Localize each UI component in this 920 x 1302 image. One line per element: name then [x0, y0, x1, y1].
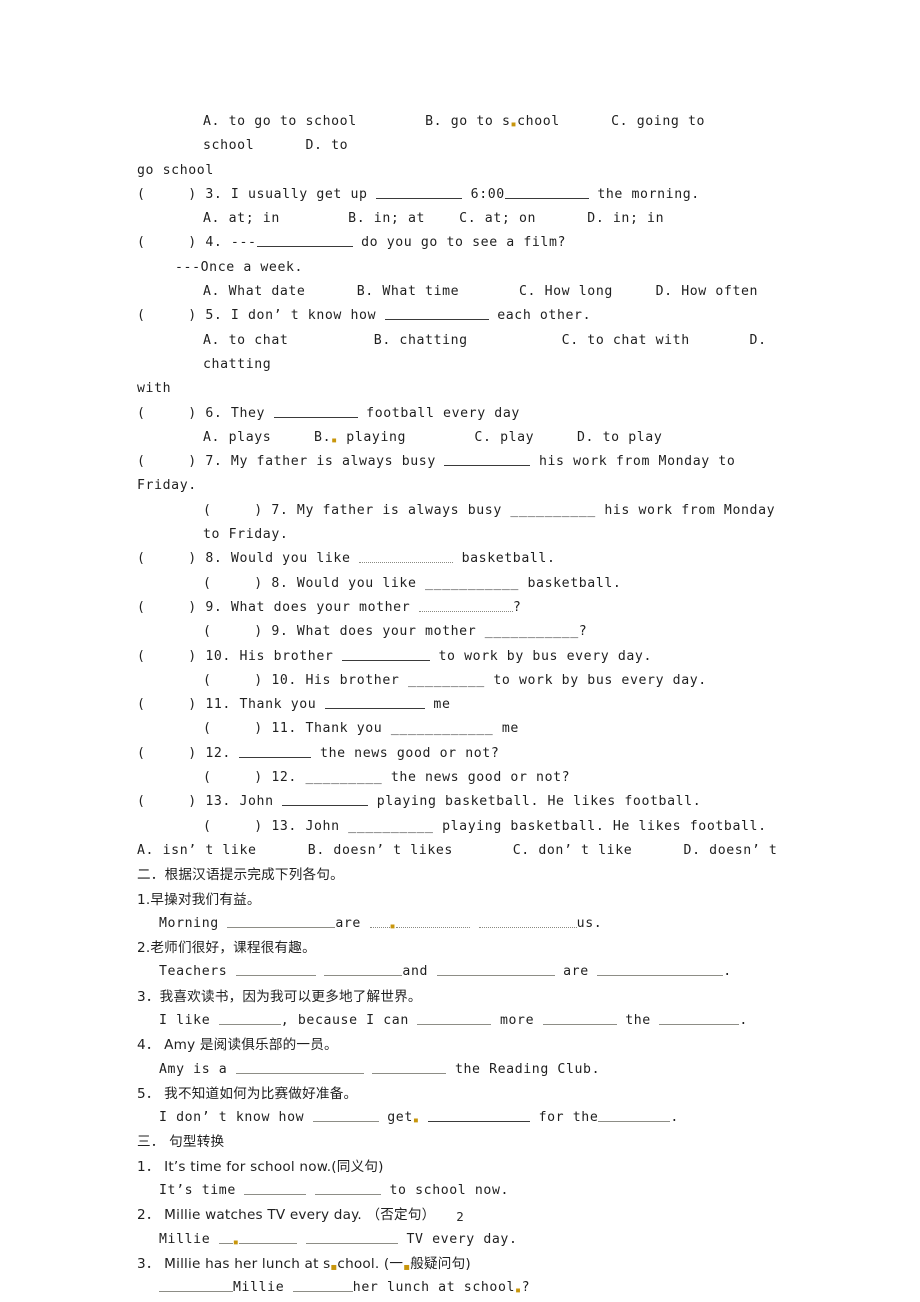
question-4-answer: ---Once a week.	[175, 259, 304, 275]
section-two-item-5-prompt: 5． 我不知道如何为比赛做好准备。	[137, 1085, 358, 1102]
question-13-options: ( ) 13. John __________ playing basketba…	[203, 818, 767, 834]
blank[interactable]	[292, 1279, 353, 1293]
section-two-item-5-answer: I don’ t know how get▪ for the.	[159, 1109, 679, 1127]
section-three-item-3-stem: 3． Millie has her lunch at s▪chool. (一▪般…	[137, 1255, 471, 1273]
question-13-stem: ( ) 13. John playing basketball. He like…	[137, 793, 702, 810]
blank[interactable]	[376, 185, 463, 199]
section-two-item-3-answer: I like , because I can more the .	[159, 1011, 748, 1028]
question-9-options: ( ) 9. What does your mother ___________…	[203, 624, 588, 640]
blank[interactable]	[597, 963, 724, 977]
question-10-stem: ( ) 10. His brother to work by bus every…	[137, 647, 652, 664]
spellcheck-mark: ▪	[331, 434, 338, 446]
section-two-item-4-prompt: 4． Amy 是阅读俱乐部的一员。	[137, 1037, 338, 1054]
question-5-stem: ( ) 5. I don’ t know how each other.	[137, 307, 592, 324]
blank[interactable]	[235, 963, 316, 977]
section-two-item-2-answer: Teachers and are .	[159, 963, 732, 980]
blank[interactable]	[244, 1182, 307, 1196]
spellcheck-mark: ▪	[515, 1285, 522, 1297]
question-11-stem: ( ) 11. Thank you me	[137, 696, 451, 713]
page-number: 2	[456, 1209, 464, 1224]
question-13-options-wrap: A. isn’ t like B. doesn’ t likes C. don’…	[137, 842, 778, 858]
question-9-stem: ( ) 9. What does your mother ?	[137, 598, 522, 615]
question-10-options: ( ) 10. His brother _________ to work by…	[203, 672, 707, 688]
question-11-options: ( ) 11. Thank you ____________ me	[203, 721, 519, 737]
question-12-stem: ( ) 12. the news good or not?	[137, 744, 500, 761]
question-8-options: ( ) 8. Would you like ___________ basket…	[203, 575, 622, 591]
question-6-options: A. plays B.▪ playing C. play D. to play	[203, 429, 663, 446]
blank[interactable]	[542, 1011, 617, 1025]
blank[interactable]	[218, 1011, 281, 1025]
question-3-stem: ( ) 3. I usually get up 6:00 the morning…	[137, 185, 700, 202]
blank[interactable]	[504, 185, 589, 199]
spellcheck-mark: ▪	[389, 920, 397, 932]
worksheet-page: A. to go to school B. go to s▪chool C. g…	[0, 0, 920, 1302]
blank[interactable]	[598, 1109, 671, 1123]
blank[interactable]	[314, 1182, 381, 1196]
blank[interactable]	[372, 1060, 447, 1074]
question-5-options: A. to chat B. chatting C. to chat with D…	[203, 332, 776, 372]
section-two-item-1-prompt: 1.早操对我们有益。	[137, 891, 261, 908]
blank[interactable]	[418, 598, 513, 612]
section-three-item-3-answer: Millie her lunch at school▪?	[137, 1276, 790, 1300]
spellcheck-mark: ▪	[412, 1115, 420, 1127]
question-8-stem: ( ) 8. Would you like basketball.	[137, 550, 556, 567]
blank[interactable]	[256, 234, 353, 248]
section-two-item-3-prompt: 3．我喜欢读书，因为我可以更多地了解世界。	[137, 988, 422, 1005]
question-4-stem: ( ) 4. --- do you go to see a film?	[137, 234, 567, 251]
section-three-item-2-answer: Millie ▪ TV every day.	[159, 1230, 518, 1248]
blank[interactable]	[478, 914, 577, 928]
blank[interactable]	[273, 404, 358, 418]
blank[interactable]	[239, 1230, 298, 1244]
question-2-options-wrap: go school	[137, 162, 214, 178]
blank[interactable]	[417, 1011, 492, 1025]
blank[interactable]	[659, 1011, 740, 1025]
blank[interactable]	[359, 550, 454, 564]
blank[interactable]	[305, 1230, 398, 1244]
section-two-item-4-answer: Amy is a the Reading Club.	[159, 1060, 601, 1077]
blank[interactable]	[444, 453, 531, 467]
spellcheck-mark: ▪	[403, 1261, 411, 1273]
question-2-options: A. to go to school B. go to s▪chool C. g…	[203, 114, 714, 154]
question-5-options-wrap: with	[137, 381, 172, 397]
blank[interactable]	[227, 914, 336, 928]
blank[interactable]	[312, 1109, 379, 1123]
blank[interactable]	[282, 793, 369, 807]
question-7-stem: ( ) 7. My father is always busy his work…	[137, 453, 744, 494]
blank[interactable]	[428, 1109, 531, 1123]
question-7-options: ( ) 7. My father is always busy ________…	[203, 502, 784, 543]
question-4-options: A. What date B. What time C. How long D.…	[203, 284, 759, 300]
document-body: A. to go to school B. go to s▪chool C. g…	[137, 110, 790, 1302]
blank[interactable]	[324, 963, 403, 977]
spellcheck-mark: ▪	[232, 1236, 240, 1248]
section-two-item-1-answer: Morning are ▪ us.	[159, 914, 603, 932]
blank[interactable]	[396, 914, 471, 928]
question-6-stem: ( ) 6. They football every day	[137, 404, 520, 421]
question-12-options: ( ) 12. _________ the news good or not?	[203, 770, 571, 786]
spellcheck-mark: ▪	[330, 1261, 338, 1273]
question-3-options: A. at; in B. in; at C. at; on D. in; in	[203, 211, 665, 227]
section-two-heading: 二．根据汉语提示完成下列各句。	[137, 867, 344, 884]
section-two-item-2-prompt: 2.老师们很好，课程很有趣。	[137, 940, 316, 957]
blank[interactable]	[239, 744, 312, 758]
section-three-item-1-stem: 1． It’s time for school now.(同义句)	[137, 1158, 384, 1175]
blank[interactable]	[235, 1060, 364, 1074]
blank[interactable]	[436, 963, 555, 977]
blank[interactable]	[384, 307, 489, 321]
blank[interactable]	[159, 1279, 233, 1293]
blank[interactable]	[369, 914, 390, 928]
section-three-heading: 三． 句型转换	[137, 1134, 225, 1151]
blank[interactable]	[324, 696, 425, 710]
blank[interactable]	[218, 1230, 233, 1244]
section-three-item-1-answer: It’s time to school now.	[159, 1182, 510, 1199]
spellcheck-mark: ▪	[510, 119, 518, 130]
blank[interactable]	[341, 647, 430, 661]
